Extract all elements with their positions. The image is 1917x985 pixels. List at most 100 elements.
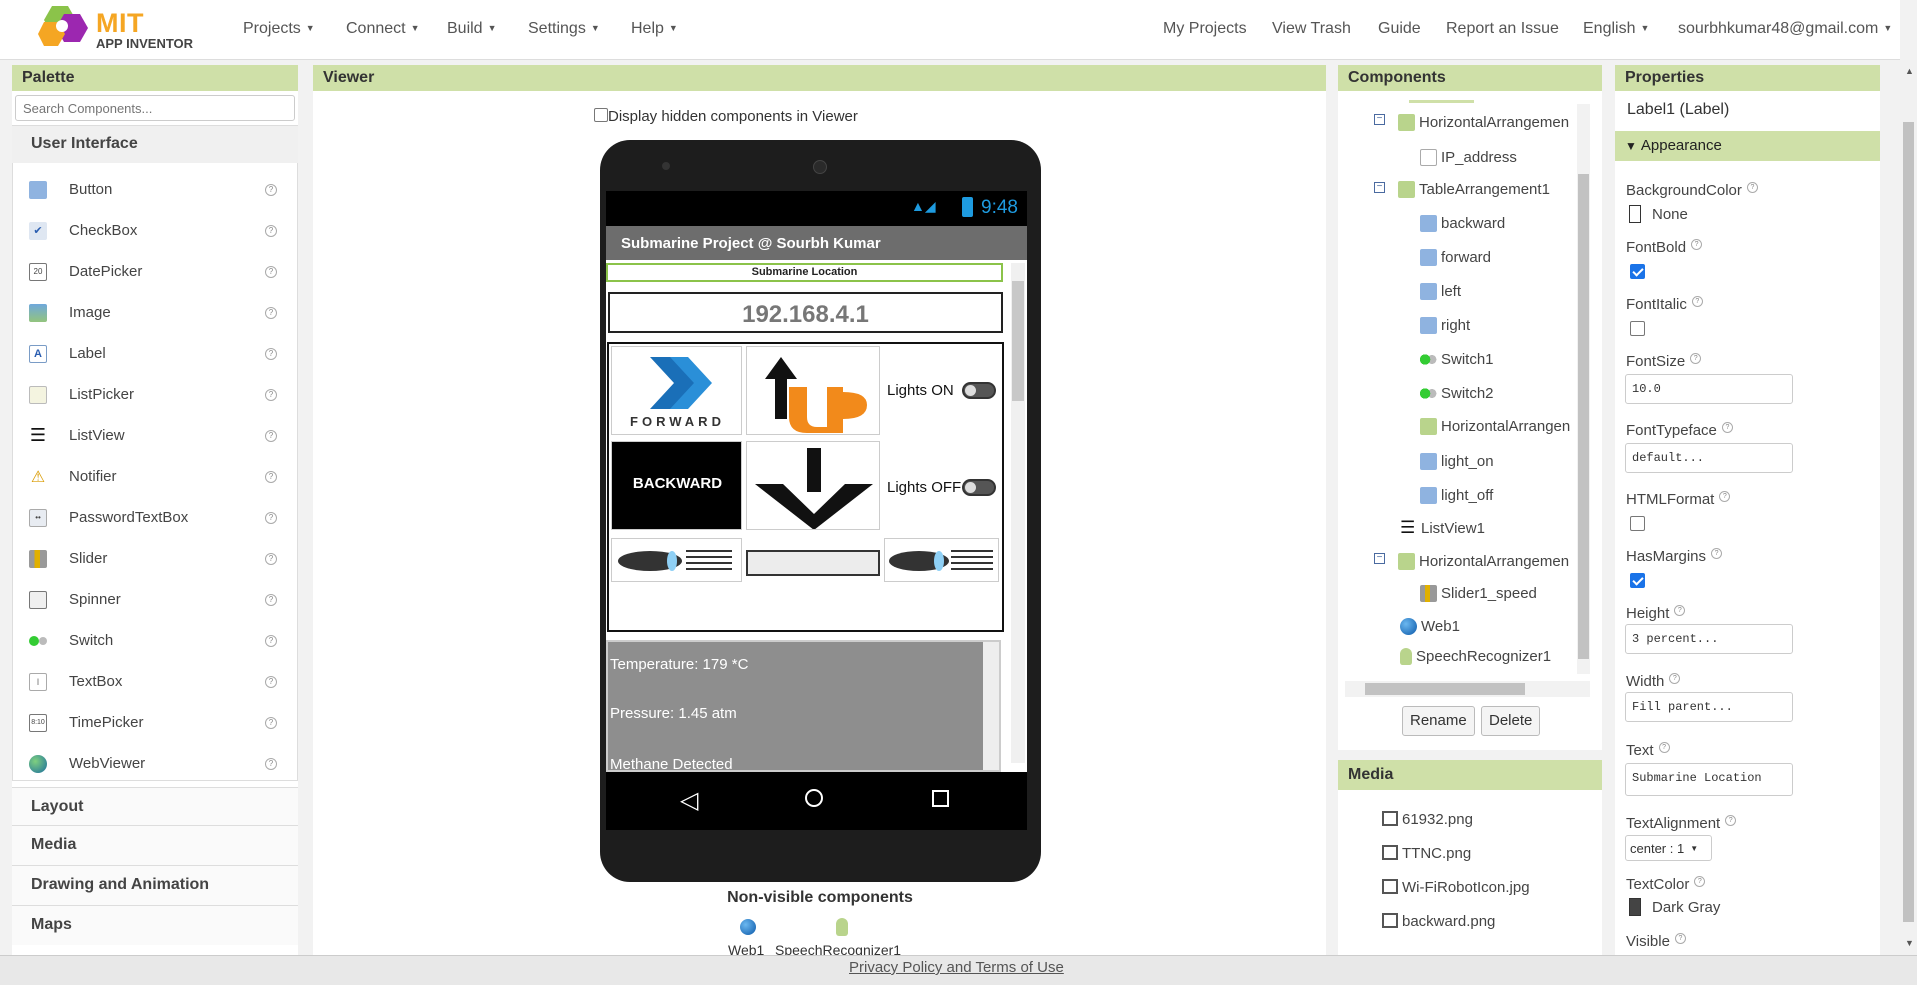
help-icon[interactable]: ? xyxy=(265,306,277,319)
media-file[interactable]: TTNC.png xyxy=(1382,845,1471,862)
tree-node[interactable]: Web1 xyxy=(1400,615,1460,637)
palette-item-checkbox[interactable]: ✔ CheckBox? xyxy=(13,210,297,251)
privacy-policy-link[interactable]: Privacy Policy and Terms of Use xyxy=(849,959,1064,976)
palette-item-timepicker[interactable]: 8:10 TimePicker? xyxy=(13,702,297,743)
page-scrollbar-thumb[interactable] xyxy=(1903,122,1914,922)
help-icon[interactable]: ? xyxy=(265,470,277,483)
height-input[interactable]: 3 percent... xyxy=(1625,624,1793,654)
media-file[interactable]: backward.png xyxy=(1382,913,1495,930)
help-icon[interactable]: ? xyxy=(1719,491,1731,502)
nav-my-projects[interactable]: My Projects xyxy=(1163,20,1247,38)
tree-node[interactable]: SpeechRecognizer1 xyxy=(1400,645,1551,667)
tree-node[interactable]: TableArrangement1 xyxy=(1398,178,1550,200)
palette-item-passwordtextbox[interactable]: •• PasswordTextBox? xyxy=(13,497,297,538)
listview-scrollbar[interactable] xyxy=(983,642,999,770)
menu-connect[interactable]: Connect ▼ xyxy=(346,20,420,38)
nav-guide[interactable]: Guide xyxy=(1378,20,1421,38)
text-input[interactable]: Submarine Location xyxy=(1625,763,1793,796)
tree-hscroll-thumb[interactable] xyxy=(1365,683,1525,695)
tree-node[interactable]: right xyxy=(1420,314,1470,336)
fonttypeface-input[interactable]: default... xyxy=(1625,443,1793,473)
tree-node[interactable]: HorizontalArrangemen xyxy=(1398,111,1569,133)
tree-horizontal-scrollbar[interactable] xyxy=(1345,681,1590,697)
tree-node[interactable]: HorizontalArrangen xyxy=(1420,415,1570,437)
htmlformat-checkbox[interactable] xyxy=(1630,516,1645,531)
help-icon[interactable]: ? xyxy=(1746,182,1758,193)
help-icon[interactable]: ? xyxy=(1674,933,1686,944)
hasmargins-checkbox[interactable] xyxy=(1630,573,1645,588)
scroll-up-icon[interactable]: ▲ xyxy=(1905,66,1914,76)
backward-button[interactable]: BACKWARD xyxy=(611,441,742,530)
media-file[interactable]: Wi-FiRobotIcon.jpg xyxy=(1382,879,1530,896)
list-item[interactable]: Pressure: 1.45 atm xyxy=(610,705,737,722)
tree-node[interactable]: light_on xyxy=(1420,450,1494,472)
lights-on-toggle[interactable] xyxy=(962,382,996,399)
palette-item-image[interactable]: Image? xyxy=(13,292,297,333)
palette-item-listpicker[interactable]: ListPicker? xyxy=(13,374,297,415)
palette-item-button[interactable]: Button? xyxy=(13,169,297,210)
palette-item-spinner[interactable]: Spinner? xyxy=(13,579,297,620)
color-swatch-dark-gray[interactable] xyxy=(1629,898,1641,916)
help-icon[interactable]: ? xyxy=(1711,548,1723,559)
tree-node[interactable]: forward xyxy=(1420,246,1491,268)
menu-help[interactable]: Help ▼ xyxy=(631,20,678,38)
slider-speed[interactable] xyxy=(746,550,880,576)
help-icon[interactable]: ? xyxy=(265,716,277,729)
appearance-section[interactable]: ▼ Appearance xyxy=(1615,131,1880,161)
palette-item-slider[interactable]: Slider? xyxy=(13,538,297,579)
scroll-down-icon[interactable]: ▼ xyxy=(1905,938,1914,948)
collapse-icon[interactable]: − xyxy=(1374,182,1385,193)
collapse-icon[interactable]: − xyxy=(1374,553,1385,564)
table-arrangement[interactable]: FORWARD Lights ON BACKWARD Lights OFF xyxy=(607,342,1004,632)
prop-textcolor-value[interactable]: Dark Gray xyxy=(1652,899,1720,916)
home-icon[interactable] xyxy=(805,789,823,807)
label1-submarine-location[interactable]: Submarine Location xyxy=(606,263,1003,282)
help-icon[interactable]: ? xyxy=(265,511,277,524)
tree-vertical-scrollbar[interactable] xyxy=(1577,104,1590,674)
help-icon[interactable]: ? xyxy=(265,634,277,647)
tree-node[interactable]: IP_address xyxy=(1420,146,1517,168)
list-item[interactable]: Methane Detected xyxy=(610,756,733,772)
tree-node[interactable]: backward xyxy=(1420,212,1505,234)
media-file[interactable]: 61932.png xyxy=(1382,811,1473,828)
help-icon[interactable]: ? xyxy=(1658,742,1670,753)
help-icon[interactable]: ? xyxy=(1721,422,1733,433)
nav-language[interactable]: English ▼ xyxy=(1583,20,1649,38)
forward-button[interactable]: FORWARD xyxy=(611,346,742,435)
page-scrollbar[interactable]: ▲ ▼ xyxy=(1900,60,1917,955)
back-icon[interactable]: ◁ xyxy=(680,786,698,815)
lights-off-toggle[interactable] xyxy=(962,479,996,496)
rename-button[interactable]: Rename xyxy=(1402,706,1475,736)
help-icon[interactable]: ? xyxy=(265,224,277,237)
delete-button[interactable]: Delete xyxy=(1481,706,1541,736)
list-item[interactable]: Temperature: 179 *C xyxy=(610,656,748,673)
help-icon[interactable]: ? xyxy=(265,552,277,565)
category-layout[interactable]: Layout xyxy=(12,787,298,825)
help-icon[interactable]: ? xyxy=(1690,353,1702,364)
help-icon[interactable]: ? xyxy=(265,675,277,688)
prop-backgroundcolor-value[interactable]: None xyxy=(1652,206,1688,223)
screen-scrollbar-thumb[interactable] xyxy=(1012,281,1024,401)
nav-account[interactable]: sourbhkumar48@gmail.com ▼ xyxy=(1678,20,1892,38)
up-button[interactable] xyxy=(746,346,880,435)
tree-node[interactable]: left xyxy=(1420,280,1461,302)
collapse-icon[interactable]: − xyxy=(1374,114,1385,125)
hidden-components-checkbox[interactable] xyxy=(594,108,608,122)
fontsize-input[interactable]: 10.0 xyxy=(1625,374,1793,404)
palette-item-switch[interactable]: Switch? xyxy=(13,620,297,661)
fontbold-checkbox[interactable] xyxy=(1630,264,1645,279)
tree-node[interactable]: Switch1 xyxy=(1420,348,1494,370)
down-button[interactable] xyxy=(746,441,880,530)
color-swatch-none[interactable] xyxy=(1629,205,1641,223)
menu-projects[interactable]: Projects ▼ xyxy=(243,20,315,38)
help-icon[interactable]: ? xyxy=(1691,296,1703,307)
help-icon[interactable]: ? xyxy=(265,183,277,196)
tree-node[interactable]: light_off xyxy=(1420,484,1493,506)
help-icon[interactable]: ? xyxy=(1691,239,1703,250)
menu-settings[interactable]: Settings ▼ xyxy=(528,20,600,38)
help-icon[interactable]: ? xyxy=(1725,815,1737,826)
category-maps[interactable]: Maps xyxy=(12,905,298,945)
help-icon[interactable]: ? xyxy=(265,347,277,360)
category-media[interactable]: Media xyxy=(12,825,298,865)
palette-item-datepicker[interactable]: 20 DatePicker? xyxy=(13,251,297,292)
